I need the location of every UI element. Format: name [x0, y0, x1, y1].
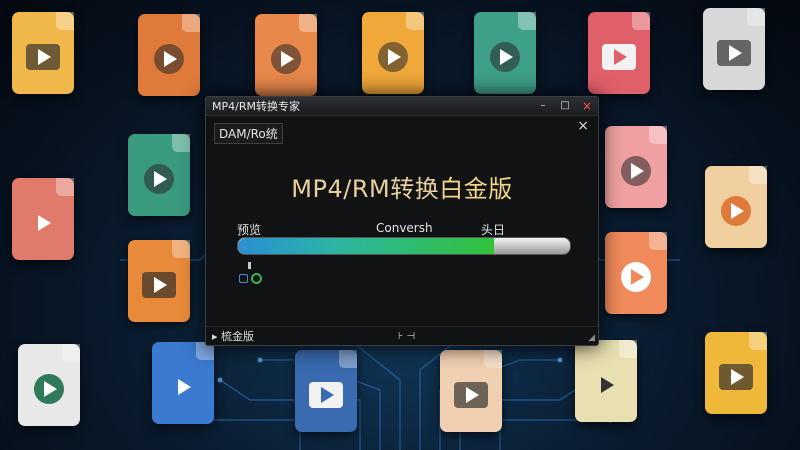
- title-bar[interactable]: MP4/RM转换专家 – □ ×: [206, 97, 598, 116]
- end-label: 头日: [481, 223, 506, 237]
- video-file-icon: [128, 240, 190, 322]
- resize-grip-icon[interactable]: ◢: [588, 333, 595, 343]
- headline-main: MP4/RM转换: [291, 175, 440, 203]
- video-file-icon: [440, 350, 502, 432]
- video-file-icon: [12, 12, 74, 94]
- video-file-icon: [705, 332, 767, 414]
- conversion-progress-bar: [237, 237, 571, 255]
- window-title: MP4/RM转换专家: [212, 100, 300, 113]
- headline-edition: 白金版: [439, 175, 513, 203]
- video-file-icon: [575, 340, 637, 422]
- video-file-icon: [703, 8, 765, 90]
- video-file-icon: [255, 14, 317, 96]
- video-file-icon: [138, 14, 200, 96]
- video-file-icon: [362, 12, 424, 94]
- video-file-icon: [152, 342, 214, 424]
- preview-label: 预览: [237, 223, 262, 237]
- status-icons: [239, 273, 262, 284]
- refresh-icon[interactable]: [251, 273, 262, 284]
- trim-icon[interactable]: ⊦ ⊣: [398, 331, 415, 342]
- video-file-icon: [12, 178, 74, 260]
- menu-button[interactable]: DAM/Ro统: [214, 123, 283, 144]
- inner-close-icon[interactable]: ×: [577, 118, 589, 134]
- progress-fill: [238, 238, 494, 254]
- video-file-icon: [295, 350, 357, 432]
- minimize-button[interactable]: –: [532, 97, 554, 115]
- video-file-icon: [474, 12, 536, 94]
- close-button[interactable]: ×: [576, 97, 598, 115]
- maximize-button[interactable]: □: [554, 97, 576, 115]
- menu-area: DAM/Ro统: [214, 123, 283, 144]
- convert-label: Conversh: [376, 221, 433, 235]
- video-file-icon: [18, 344, 80, 426]
- edition-label: ▸ 梳金版: [212, 330, 255, 343]
- video-file-icon: [705, 166, 767, 248]
- status-bar: ▸ 梳金版 ⊦ ⊣ ◢: [206, 326, 598, 345]
- converter-window: MP4/RM转换专家 – □ × DAM/Ro统 × MP4/RM转换白金版 预…: [205, 96, 599, 346]
- video-file-icon: [605, 232, 667, 314]
- stop-icon[interactable]: [239, 274, 248, 283]
- product-headline: MP4/RM转换白金版: [206, 169, 598, 204]
- position-marker[interactable]: [248, 262, 251, 269]
- video-file-icon: [128, 134, 190, 216]
- video-file-icon: [588, 12, 650, 94]
- video-file-icon: [605, 126, 667, 208]
